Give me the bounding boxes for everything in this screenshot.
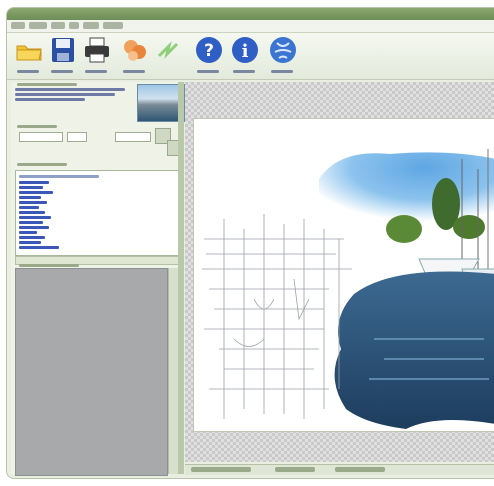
svg-text:i: i [242,41,249,62]
effects-list[interactable] [15,170,183,256]
preview-info-text [15,88,125,91]
open-folder-icon [16,45,42,61]
list-item[interactable] [19,201,47,204]
list-item[interactable] [19,181,49,184]
status-segment [275,467,315,472]
save-button[interactable] [45,36,79,76]
app-window: ? i [6,7,494,479]
help-icon: ? [196,37,222,63]
svg-text:?: ? [204,41,214,61]
printer-icon [85,37,109,63]
save-disk-icon [52,38,74,62]
preview-info-text-2 [15,93,115,96]
harbour-photo [202,149,494,429]
menu-item-1[interactable] [11,22,25,29]
arrow-button[interactable] [155,36,179,76]
menu-item-6[interactable] [103,22,123,29]
info-icon: i [232,37,258,63]
arrow-icon [157,41,179,59]
print-button[interactable] [79,36,113,76]
effects-group-header [11,162,183,168]
list-item[interactable] [19,216,51,219]
list-item[interactable] [19,246,59,249]
web-globe-icon [270,37,296,63]
options-label [19,264,79,267]
status-segment [335,467,385,472]
open-button[interactable] [11,36,45,76]
status-bar [185,464,494,475]
list-item[interactable] [19,186,43,189]
canvas-area[interactable] [185,82,494,462]
web-button[interactable] [265,36,299,76]
list-item[interactable] [19,241,41,244]
value-input[interactable] [67,132,87,142]
menu-item-2[interactable] [29,22,47,29]
menu-item-5[interactable] [83,22,99,29]
photos-icon [124,40,146,61]
list-item[interactable] [19,206,39,209]
list-item[interactable] [19,231,37,234]
panel-splitter[interactable] [178,82,184,474]
help-button[interactable]: ? [191,36,225,76]
list-item[interactable] [19,236,45,239]
toolbar: ? i [7,33,494,80]
list-item[interactable] [19,226,49,229]
left-panel [11,82,185,476]
menu-bar [7,20,494,33]
properties-panel [15,268,168,476]
list-item[interactable] [19,175,99,178]
zoom-input[interactable] [115,132,151,142]
menu-item-4[interactable] [69,22,79,29]
info-button[interactable]: i [227,36,261,76]
list-item[interactable] [19,196,41,199]
photos-button[interactable] [117,36,151,76]
list-item[interactable] [19,191,53,194]
title-bar[interactable] [7,8,494,20]
preview-info-text-3 [15,98,85,101]
list-item[interactable] [19,221,43,224]
canvas-image[interactable] [193,118,494,432]
status-segment [191,467,251,472]
list-item[interactable] [19,211,45,214]
size-input[interactable] [19,132,63,142]
menu-item-3[interactable] [51,22,65,29]
